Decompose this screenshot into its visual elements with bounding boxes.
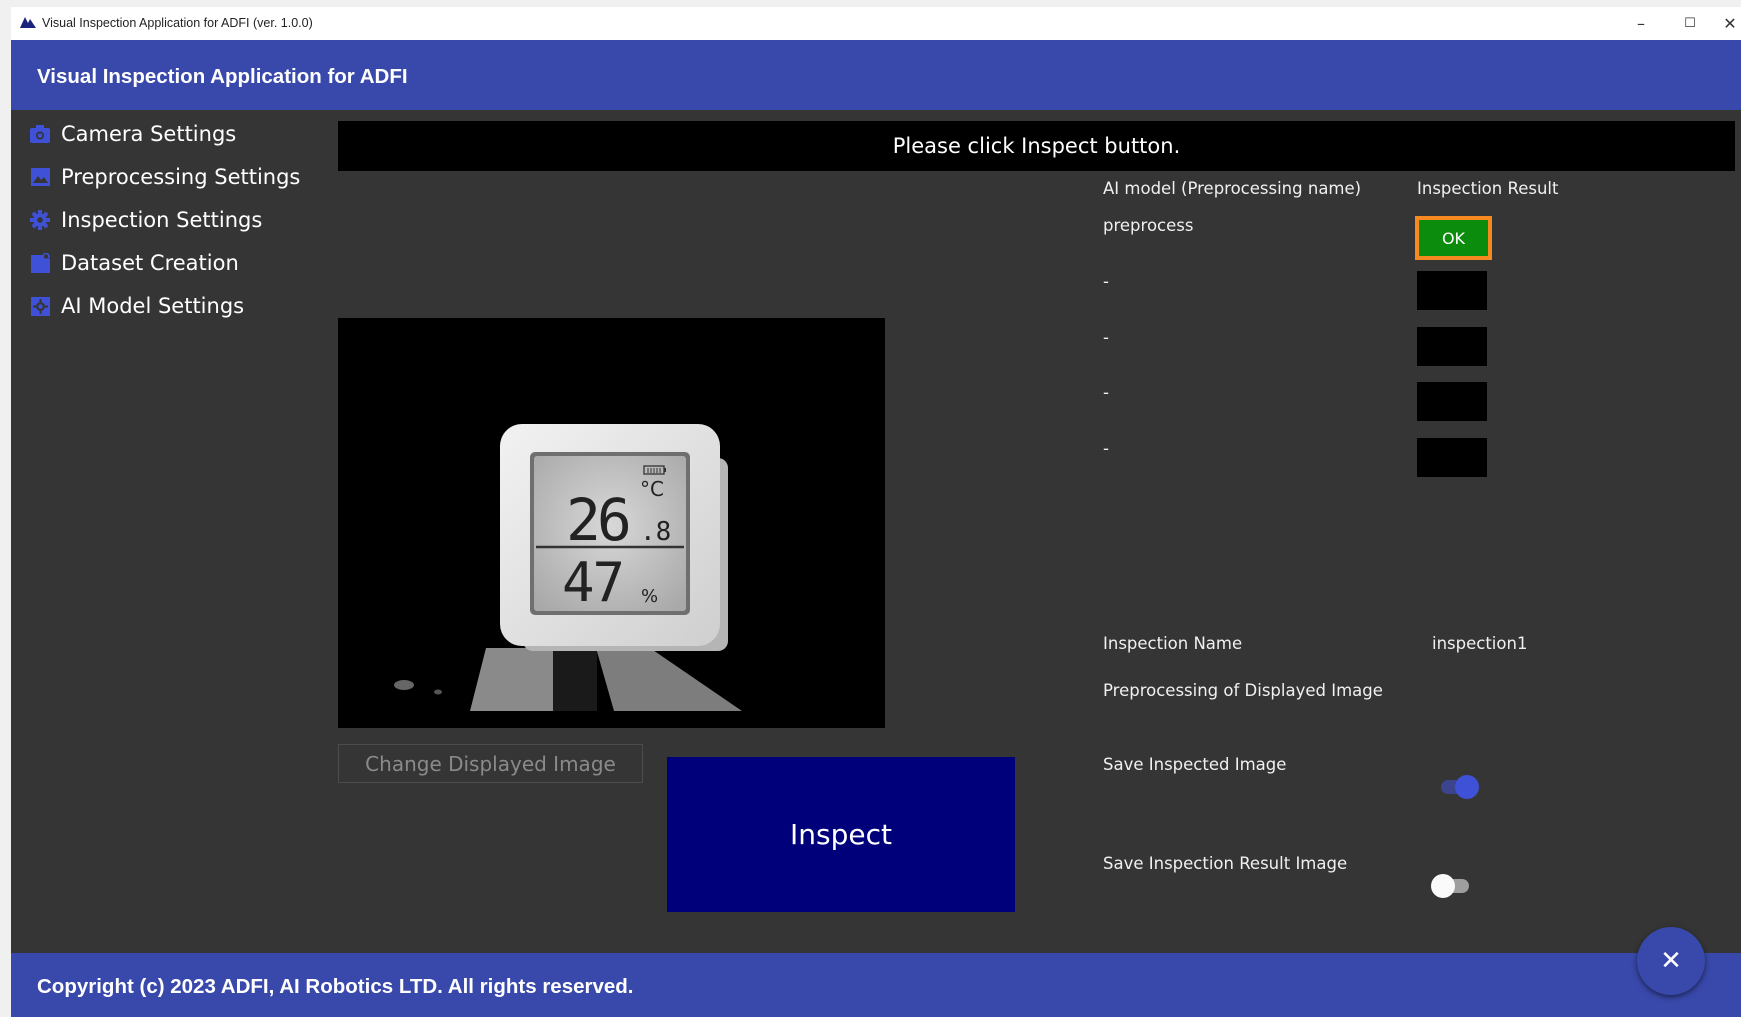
display-temperature-decimal: .8 xyxy=(640,517,671,547)
result-badge-row-1: OK xyxy=(1415,216,1492,260)
window-title: Visual Inspection Application for ADFI (… xyxy=(42,16,313,30)
close-fab-button[interactable]: ✕ xyxy=(1637,927,1705,995)
camera-icon xyxy=(29,123,51,145)
save-inspection-result-image-label: Save Inspection Result Image xyxy=(1103,854,1348,873)
preprocessing-displayed-image-label: Preprocessing of Displayed Image xyxy=(1103,681,1383,700)
model-name-row-2: - xyxy=(1103,272,1109,291)
inspection-name-value: inspection1 xyxy=(1432,634,1528,653)
sidebar-item-inspection-settings[interactable]: Inspection Settings xyxy=(29,203,262,237)
model-name-row-1: preprocess xyxy=(1103,216,1194,235)
sidebar-item-preprocessing-settings[interactable]: Preprocessing Settings xyxy=(29,160,300,194)
thermometer-photo: 26 °C .8 47 % xyxy=(338,318,885,728)
sidebar-item-dataset-creation[interactable]: Dataset Creation xyxy=(29,246,239,280)
sidebar-item-label: Camera Settings xyxy=(61,122,237,146)
display-humidity: 47 xyxy=(562,551,623,614)
image-icon xyxy=(29,166,51,188)
sidebar-item-ai-model-settings[interactable]: AI Model Settings xyxy=(29,289,244,323)
camera-image: 26 °C .8 47 % xyxy=(338,318,885,728)
copyright-text: Copyright (c) 2023 ADFI, AI Robotics LTD… xyxy=(37,975,634,998)
ai-settings-icon xyxy=(29,295,51,317)
result-badge-row-2 xyxy=(1417,271,1487,310)
app-logo-icon xyxy=(20,17,36,28)
app-header: Visual Inspection Application for ADFI xyxy=(11,40,1741,110)
save-inspected-image-toggle[interactable] xyxy=(1437,775,1479,799)
change-displayed-image-button[interactable]: Change Displayed Image xyxy=(338,744,643,783)
model-column-header: AI model (Preprocessing name) xyxy=(1103,179,1362,198)
sidebar-item-camera-settings[interactable]: Camera Settings xyxy=(29,117,236,151)
result-badge-row-3 xyxy=(1417,327,1487,366)
maximize-button[interactable]: ☐ xyxy=(1672,11,1708,37)
app-footer: Copyright (c) 2023 ADFI, AI Robotics LTD… xyxy=(11,953,1741,1017)
inspection-name-label: Inspection Name xyxy=(1103,634,1243,653)
result-badge-row-4 xyxy=(1417,382,1487,421)
status-message: Please click Inspect button. xyxy=(338,121,1735,171)
model-name-row-3: - xyxy=(1103,328,1109,347)
sidebar-item-label: Preprocessing Settings xyxy=(61,165,301,189)
sidebar-item-label: AI Model Settings xyxy=(61,294,245,318)
close-icon: ✕ xyxy=(1660,946,1682,976)
close-window-button[interactable]: ✕ xyxy=(1712,11,1741,37)
model-name-row-5: - xyxy=(1103,439,1109,458)
model-name-row-4: - xyxy=(1103,383,1109,402)
sidebar-item-label: Dataset Creation xyxy=(61,251,239,275)
result-column-header: Inspection Result xyxy=(1417,179,1559,198)
display-temperature: 26 xyxy=(566,486,629,554)
gear-icon xyxy=(29,209,51,231)
inspect-button[interactable]: Inspect xyxy=(667,757,1015,912)
display-humidity-unit: % xyxy=(641,586,658,607)
result-badge-row-5 xyxy=(1417,438,1487,477)
save-inspected-image-label: Save Inspected Image xyxy=(1103,755,1287,774)
save-inspection-result-image-toggle[interactable] xyxy=(1431,874,1473,898)
app-title: Visual Inspection Application for ADFI xyxy=(37,65,408,88)
minimize-button[interactable]: – xyxy=(1623,11,1659,37)
dataset-icon xyxy=(29,252,51,274)
window-titlebar: Visual Inspection Application for ADFI (… xyxy=(11,7,1741,40)
sidebar-item-label: Inspection Settings xyxy=(61,208,263,232)
display-temperature-unit: °C xyxy=(640,477,664,501)
app-window: Visual Inspection Application for ADFI (… xyxy=(11,7,1741,1017)
